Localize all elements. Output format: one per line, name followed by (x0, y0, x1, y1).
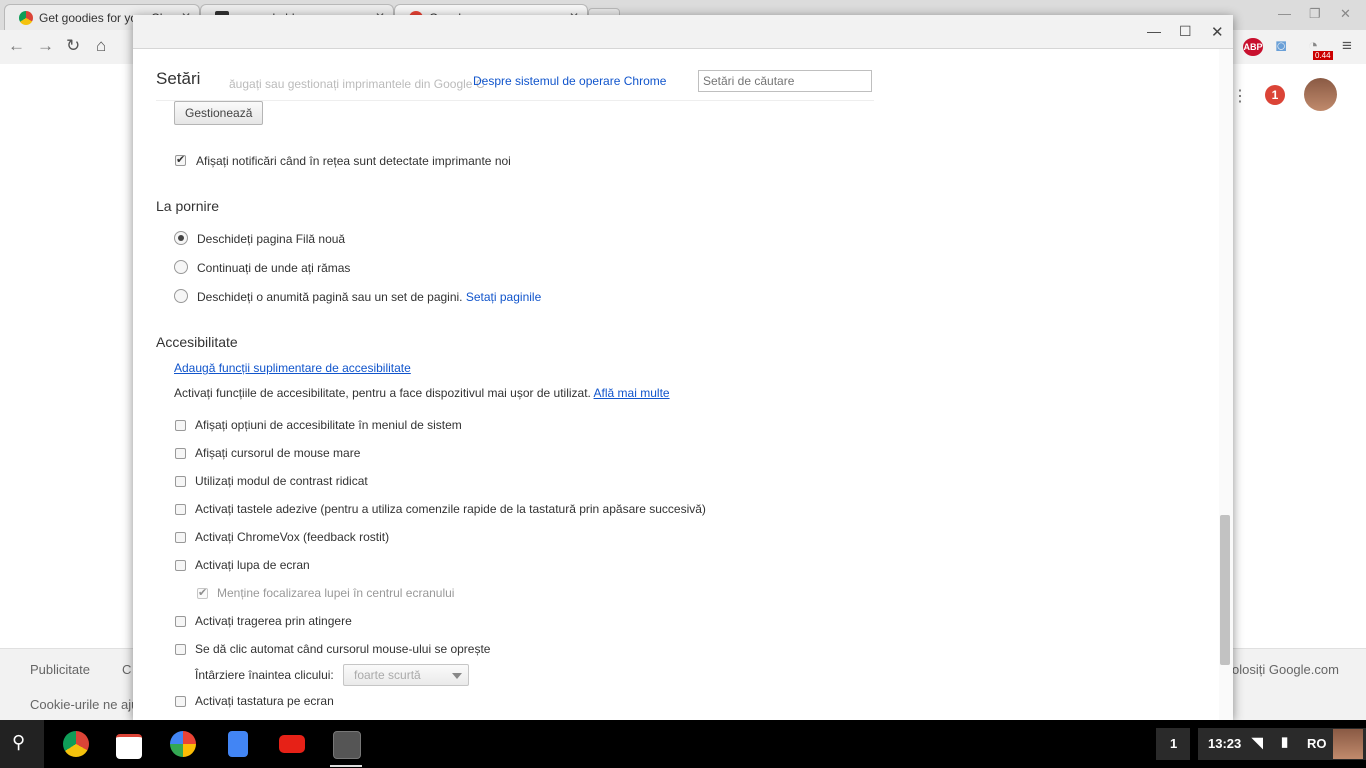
startup-specific-pages-radio[interactable] (174, 289, 188, 303)
autoclick-delay-select[interactable]: foarte scurtă (343, 664, 469, 686)
youtube-icon[interactable] (279, 735, 305, 753)
minimize-icon[interactable]: — (1278, 6, 1291, 21)
footer-link-business[interactable]: C (122, 662, 131, 677)
scrollbar-thumb[interactable] (1220, 515, 1230, 665)
chromevox-label: Activați ChromeVox (feedback rostit) (195, 530, 390, 544)
autoclick-delay-label: Întârziere înaintea clicului: (195, 668, 334, 682)
tap-dragging-label: Activați tragerea prin atingere (195, 614, 352, 628)
startup-new-tab-radio[interactable] (174, 231, 188, 245)
chrome-icon[interactable] (63, 731, 89, 757)
large-cursor-checkbox[interactable] (175, 448, 186, 459)
dialog-titlebar: — ☐ ✕ (133, 15, 1233, 49)
home-icon[interactable]: ⌂ (96, 36, 106, 56)
a11y-system-menu-checkbox[interactable] (175, 420, 186, 431)
screen-magnifier-label: Activați lupa de ecran (195, 558, 310, 572)
timer-badge: 0.44 (1313, 51, 1333, 60)
settings-dialog: — ☐ ✕ ăugați sau gestionați imprimantele… (133, 15, 1233, 720)
sticky-keys-label: Activați tastele adezive (pentru a utili… (195, 502, 706, 516)
chromevox-checkbox[interactable] (175, 532, 186, 543)
accessibility-description-row: Activați funcțiile de accesibilitate, pe… (174, 386, 670, 400)
close-window-icon[interactable]: ✕ (1340, 6, 1351, 22)
autoclick-checkbox[interactable] (175, 644, 186, 655)
footer-link-use-google[interactable]: olosiți Google.com (1232, 662, 1339, 677)
settings-content: ăugați sau gestionați imprimantele din G… (133, 49, 1218, 720)
printer-notify-label: Afișați notificări când în rețea sunt de… (196, 154, 511, 168)
user-avatar (1333, 729, 1363, 759)
reload-icon[interactable]: ↻ (66, 36, 80, 56)
set-pages-link[interactable]: Setați paginile (466, 290, 541, 304)
startup-specific-pages-label: Deschideți o anumită pagină sau un set d… (197, 290, 463, 304)
screen-magnifier-checkbox[interactable] (175, 560, 186, 571)
search-icon: ⚲ (12, 732, 26, 752)
chrome-favicon-icon (19, 11, 33, 25)
cookie-notice: Cookie-urile ne aju (30, 697, 139, 712)
close-icon[interactable]: ✕ (1211, 23, 1224, 41)
tap-dragging-checkbox[interactable] (175, 616, 186, 627)
wifi-icon: ◥ (1252, 734, 1263, 750)
clock: 13:23 (1208, 736, 1242, 751)
startup-section-title: La pornire (156, 198, 220, 214)
notification-badge[interactable]: 1 (1265, 85, 1285, 105)
printers-description-faded: ăugați sau gestionați imprimantele din G… (229, 77, 485, 91)
magnifier-center-focus-label: Menține focalizarea lupei în centrul ecr… (217, 586, 455, 600)
docs-icon[interactable] (228, 731, 248, 757)
input-language: RO (1307, 736, 1327, 751)
search-settings-input[interactable] (698, 70, 872, 92)
add-accessibility-features-link[interactable]: Adaugă funcții suplimentare de accesibil… (174, 361, 411, 375)
printer-notify-checkbox[interactable] (175, 153, 186, 166)
a11y-system-menu-label: Afișați opțiuni de accesibilitate în men… (195, 418, 462, 432)
manage-printers-button[interactable]: Gestionează (174, 101, 264, 125)
footer-link-advertising[interactable]: Publicitate (30, 662, 90, 677)
header-divider (156, 100, 874, 101)
back-icon[interactable]: ← (8, 36, 25, 56)
active-app-indicator (330, 765, 362, 767)
google-icon[interactable] (170, 731, 196, 757)
apps-grid-icon[interactable]: ⋮ (1232, 86, 1248, 106)
page-title: Setări (156, 69, 201, 88)
maximize-icon[interactable]: ❐ (1309, 6, 1321, 22)
onscreen-keyboard-checkbox[interactable] (175, 696, 186, 707)
magnifier-center-focus-checkbox (197, 586, 208, 599)
gmail-icon[interactable] (116, 734, 142, 759)
accessibility-description: Activați funcțiile de accesibilitate, pe… (174, 386, 591, 400)
startup-continue-label: Continuați de unde ați rămas (197, 261, 351, 275)
startup-new-tab-label: Deschideți pagina Filă nouă (197, 232, 346, 246)
menu-icon[interactable]: ≡ (1342, 36, 1352, 56)
forward-icon[interactable]: → (37, 36, 54, 56)
battery-icon: ▮ (1281, 734, 1289, 749)
adblock-plus-icon[interactable]: ABP (1243, 38, 1263, 56)
avatar[interactable] (1304, 78, 1337, 111)
notification-count: 1 (1170, 736, 1178, 751)
maximize-icon[interactable]: ☐ (1179, 23, 1192, 40)
autoclick-delay-value: foarte scurtă (354, 668, 421, 682)
shelf: ⚲ 1 13:23 ◥ ▮ RO (0, 720, 1366, 768)
high-contrast-label: Utilizați modul de contrast ridicat (195, 474, 368, 488)
chevron-down-icon (452, 673, 462, 679)
startup-continue-radio[interactable] (174, 260, 188, 274)
camera-icon[interactable]: ◙ (1276, 36, 1286, 56)
settings-icon[interactable] (333, 731, 361, 759)
onscreen-keyboard-label: Activați tastatura pe ecran (195, 694, 334, 708)
autoclick-label: Se dă clic automat când cursorul mouse-u… (195, 642, 491, 656)
minimize-icon[interactable]: — (1147, 23, 1161, 39)
startup-specific-pages-row: Deschideți o anumită pagină sau un set d… (197, 290, 541, 304)
about-chrome-os-link[interactable]: Despre sistemul de operare Chrome (473, 74, 666, 88)
large-cursor-label: Afișați cursorul de mouse mare (195, 446, 361, 460)
learn-more-link[interactable]: Află mai multe (594, 386, 670, 400)
accessibility-section-title: Accesibilitate (156, 334, 238, 350)
high-contrast-checkbox[interactable] (175, 476, 186, 487)
sticky-keys-checkbox[interactable] (175, 504, 186, 515)
